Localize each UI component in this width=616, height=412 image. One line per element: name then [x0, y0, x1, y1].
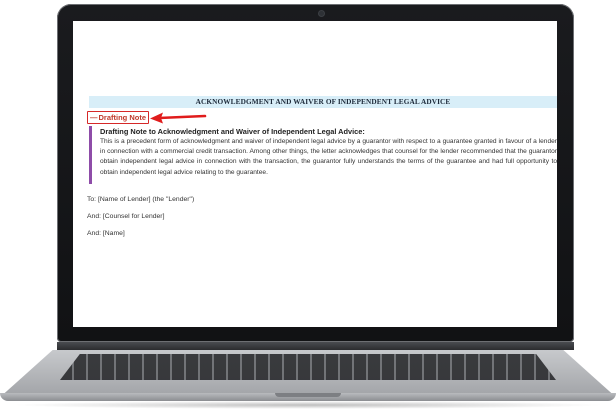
- minus-icon: —: [90, 113, 98, 122]
- drafting-note-toggle[interactable]: — Drafting Note: [87, 111, 149, 124]
- document-title: ACKNOWLEDGMENT AND WAIVER OF INDEPENDENT…: [89, 96, 557, 108]
- laptop-screen: ACKNOWLEDGMENT AND WAIVER OF INDEPENDENT…: [73, 21, 557, 327]
- laptop-shadow: [10, 401, 606, 409]
- red-arrow-icon: [150, 112, 207, 124]
- drafting-note-body: This is a precedent form of acknowledgme…: [100, 138, 557, 176]
- drafting-note-label: Drafting Note: [98, 113, 147, 122]
- laptop-hinge: [57, 342, 574, 350]
- address-line-name: And: [Name]: [87, 230, 125, 237]
- laptop-lid-notch: [275, 393, 341, 397]
- address-line-counsel: And: [Counsel for Lender]: [87, 213, 165, 220]
- laptop-keyboard: [60, 354, 556, 380]
- drafting-note-panel: Drafting Note to Acknowledgment and Waiv…: [89, 126, 557, 184]
- address-line-to: To: [Name of Lender] (the "Lender"): [87, 196, 195, 203]
- drafting-note-heading: Drafting Note to Acknowledgment and Waiv…: [100, 127, 365, 136]
- webcam-icon: [319, 11, 324, 16]
